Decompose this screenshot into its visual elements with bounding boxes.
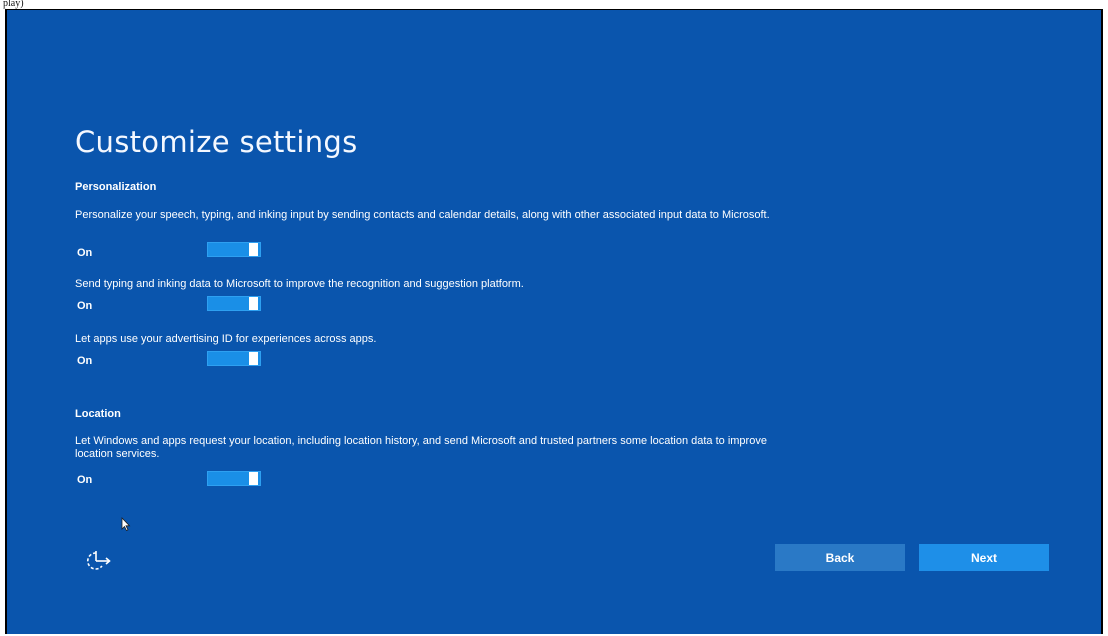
location-description: Let Windows and apps request your locati… — [75, 435, 767, 460]
personalization-speech-toggle[interactable] — [207, 242, 261, 257]
personalization-advertising-state: On — [77, 355, 93, 367]
corner-caption: play) — [3, 0, 24, 9]
page-title: Customize settings — [75, 125, 358, 159]
personalization-typing-description: Send typing and inking data to Microsoft… — [75, 278, 524, 290]
toggle-knob — [249, 352, 258, 365]
setup-screen: Customize settings Personalization Perso… — [5, 9, 1103, 634]
location-state: On — [77, 474, 93, 486]
personalization-speech-description: Personalize your speech, typing, and ink… — [75, 209, 770, 221]
window-frame: play) Customize settings Personalization… — [0, 0, 1108, 636]
toggle-knob — [249, 243, 258, 256]
personalization-typing-toggle[interactable] — [207, 296, 261, 311]
ease-of-access-icon[interactable] — [85, 550, 113, 572]
toggle-knob — [249, 297, 258, 310]
location-toggle[interactable] — [207, 471, 261, 486]
next-button[interactable]: Next — [919, 544, 1049, 571]
section-title-location: Location — [75, 408, 121, 420]
toggle-knob — [249, 472, 258, 485]
personalization-advertising-toggle[interactable] — [207, 351, 261, 366]
personalization-typing-state: On — [77, 300, 93, 312]
personalization-speech-state: On — [77, 247, 93, 259]
back-button[interactable]: Back — [775, 544, 905, 571]
mouse-pointer-icon — [121, 517, 131, 531]
personalization-advertising-description: Let apps use your advertising ID for exp… — [75, 333, 377, 345]
section-title-personalization: Personalization — [75, 181, 157, 193]
